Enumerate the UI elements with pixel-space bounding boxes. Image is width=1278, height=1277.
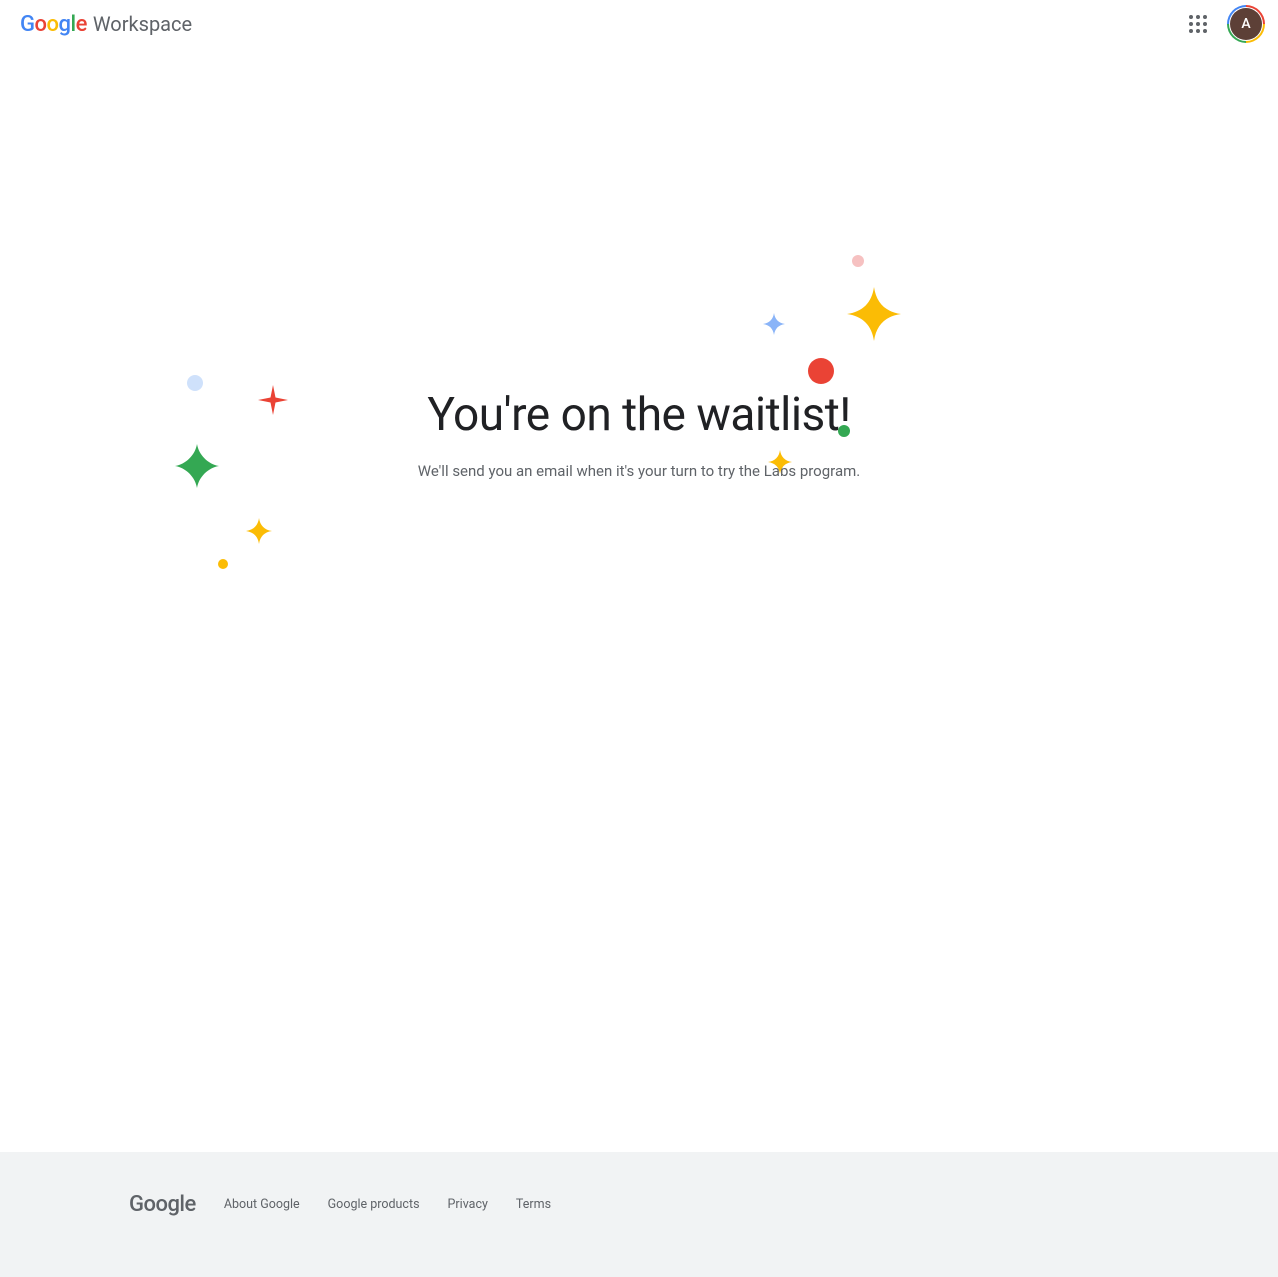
hero-section: You're on the waitlist! We'll send you a…	[0, 48, 1278, 1152]
circle-icon	[218, 559, 228, 569]
sparkle-icon	[847, 287, 901, 341]
google-logo: Google	[20, 12, 87, 37]
circle-icon	[838, 425, 850, 437]
page-subtitle: We'll send you an email when it's your t…	[418, 462, 860, 480]
sparkle-icon	[258, 385, 288, 415]
header: Google Workspace A	[0, 0, 1278, 48]
header-actions: A	[1178, 4, 1262, 44]
footer-logo: Google	[129, 1192, 196, 1217]
page-title: You're on the waitlist!	[427, 388, 850, 442]
apps-grid-icon[interactable]	[1178, 4, 1218, 44]
circle-icon	[852, 255, 864, 267]
footer: Google About Google Google products Priv…	[0, 1152, 1278, 1277]
diamond-icon	[175, 444, 219, 488]
product-name: Workspace	[93, 12, 192, 36]
circle-icon	[187, 375, 203, 391]
sparkle-icon	[763, 313, 785, 335]
avatar-initial: A	[1230, 8, 1262, 40]
account-avatar[interactable]: A	[1230, 8, 1262, 40]
footer-link-products[interactable]: Google products	[328, 1197, 420, 1212]
circle-icon	[808, 358, 834, 384]
footer-link-terms[interactable]: Terms	[516, 1197, 551, 1212]
footer-link-about[interactable]: About Google	[224, 1197, 300, 1212]
sparkle-icon	[246, 518, 272, 544]
brand-logo[interactable]: Google Workspace	[20, 12, 192, 37]
footer-link-privacy[interactable]: Privacy	[448, 1197, 488, 1212]
sparkle-icon	[768, 450, 792, 474]
